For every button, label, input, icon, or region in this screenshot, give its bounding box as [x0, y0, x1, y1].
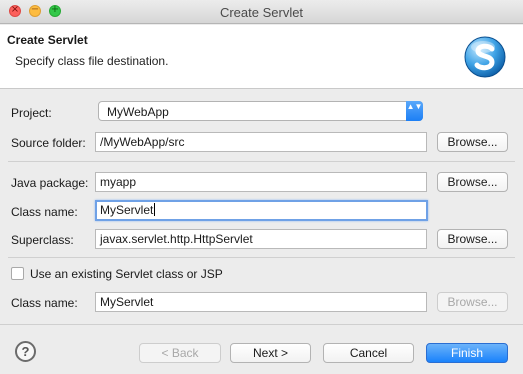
updown-arrows-icon: ▲▼ [406, 101, 423, 121]
project-select[interactable]: MyWebApp ▲▼ [98, 101, 423, 121]
existing-class-name-label: Class name: [11, 296, 78, 310]
use-existing-label[interactable]: Use an existing Servlet class or JSP [30, 267, 223, 281]
next-button[interactable]: Next > [230, 343, 311, 363]
separator [8, 161, 515, 162]
footer-separator [0, 324, 523, 325]
separator [8, 257, 515, 258]
existing-class-browse-button: Browse... [437, 292, 508, 312]
java-package-label: Java package: [11, 176, 89, 190]
window-title: Create Servlet [219, 5, 304, 20]
finish-button[interactable]: Finish [426, 343, 508, 363]
text-caret [154, 203, 156, 216]
project-label: Project: [11, 106, 52, 120]
superclass-browse-button[interactable]: Browse... [437, 229, 508, 249]
cancel-button[interactable]: Cancel [323, 343, 414, 363]
superclass-input[interactable]: javax.servlet.http.HttpServlet [95, 229, 427, 249]
help-icon[interactable]: ? [15, 341, 36, 362]
source-folder-browse-button[interactable]: Browse... [437, 132, 508, 152]
wizard-banner: Create Servlet Specify class file destin… [0, 25, 523, 89]
class-name-label: Class name: [11, 205, 78, 219]
wizard-description: Specify class file destination. [15, 54, 169, 68]
back-button: < Back [139, 343, 221, 363]
java-package-browse-button[interactable]: Browse... [437, 172, 508, 192]
use-existing-checkbox[interactable] [11, 267, 24, 280]
wizard-title: Create Servlet [7, 33, 88, 47]
class-name-value: MyServlet [100, 203, 154, 217]
servlet-logo-icon [464, 36, 506, 78]
window-titlebar: × − + Create Servlet [0, 0, 523, 24]
java-package-input[interactable]: myapp [95, 172, 427, 192]
class-name-input[interactable]: MyServlet [95, 200, 428, 221]
existing-class-name-input[interactable]: MyServlet [95, 292, 427, 312]
source-folder-input[interactable]: /MyWebApp/src [95, 132, 427, 152]
source-folder-label: Source folder: [11, 136, 86, 150]
superclass-label: Superclass: [11, 233, 74, 247]
project-select-value: MyWebApp [107, 105, 169, 119]
